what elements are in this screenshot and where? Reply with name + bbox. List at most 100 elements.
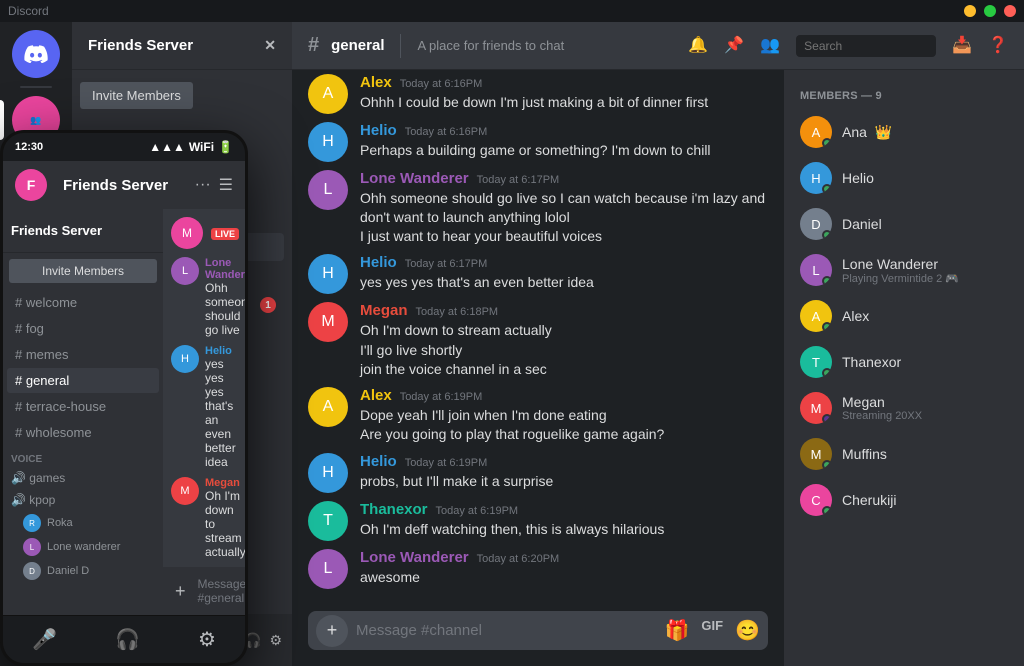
message-author[interactable]: Lone Wanderer (360, 170, 469, 187)
header-divider (400, 34, 401, 58)
mobile-channel-memes[interactable]: # memes (7, 342, 159, 367)
mobile-overlay: 12:30 ▲▲▲ WiFi 🔋 F Friends Server ··· ☰ … (0, 130, 248, 666)
mobile-headphones-icon[interactable]: 🎧 (115, 627, 140, 652)
mobile-status-icons: ▲▲▲ WiFi 🔋 (149, 140, 233, 154)
mobile-messages: M LIVE L Lone Wanderer Ohh someone shoul… (163, 209, 245, 567)
message-timestamp: Today at 6:19PM (400, 391, 483, 403)
title-bar: Discord (0, 0, 1024, 22)
message-author[interactable]: Alex (360, 74, 392, 91)
message-text: Dope yeah I'll join when I'm done eating (360, 406, 768, 425)
server-icon-home[interactable] (12, 30, 60, 78)
mobile-add-icon[interactable]: ··· (195, 176, 211, 194)
message-timestamp: Today at 6:18PM (416, 306, 499, 318)
mobile-channels-panel: Friends Server Invite Members # welcome … (3, 209, 163, 615)
online-indicator (822, 368, 832, 378)
member-name: Cherukiji (842, 492, 1008, 508)
member-item[interactable]: M Megan Streaming 20XX (792, 386, 1016, 430)
channel-header-name: general (331, 37, 384, 54)
member-item[interactable]: C Cherukiji (792, 478, 1016, 522)
message-text: I'll go live shortly (360, 341, 768, 360)
window-controls[interactable] (964, 5, 1016, 17)
message-timestamp: Today at 6:19PM (436, 505, 519, 517)
member-name: Daniel (842, 216, 1008, 232)
message-author[interactable]: Helio (360, 453, 397, 470)
mobile-menu-icon[interactable]: ☰ (219, 175, 233, 195)
mobile-vc-member-daniel[interactable]: D Daniel D (3, 559, 163, 583)
member-item[interactable]: L Lone Wanderer Playing Vermintide 2 🎮 (792, 248, 1016, 292)
message-header: Thanexor Today at 6:19PM (360, 501, 768, 518)
member-name: Lone Wanderer (842, 256, 1008, 272)
message-author[interactable]: Helio (360, 122, 397, 139)
member-item[interactable]: H Helio (792, 156, 1016, 200)
settings-icon[interactable]: ⚙ (267, 630, 284, 651)
mobile-battery-icon: 🔋 (218, 140, 233, 154)
mobile-voice-label: VOICE (3, 446, 163, 467)
mobile-mic-icon[interactable]: 🎤 (32, 627, 57, 652)
member-name: Ana 👑 (842, 124, 1008, 141)
mobile-channel-general[interactable]: # general (7, 368, 159, 393)
invite-members-button[interactable]: Invite Members (80, 82, 193, 109)
live-badge: LIVE (211, 228, 239, 240)
message-content: Helio Today at 6:16PM Perhaps a building… (360, 122, 768, 162)
message-group: L Lone Wanderer Today at 6:20PM awesome (292, 547, 784, 591)
mobile-vc-kpop[interactable]: 🔊 kpop (3, 489, 163, 511)
member-item[interactable]: A Ana 👑 (792, 110, 1016, 154)
member-item[interactable]: M Muffins (792, 432, 1016, 476)
message-avatar: T (308, 501, 348, 541)
message-timestamp: Today at 6:17PM (405, 258, 488, 270)
message-text: Oh I'm deff watching then, this is alway… (360, 520, 768, 539)
mobile-channel-fog[interactable]: # fog (7, 316, 159, 341)
message-author[interactable]: Helio (360, 254, 397, 271)
mobile-input-bar: + Message #general 😊 (163, 567, 245, 615)
member-item[interactable]: A Alex (792, 294, 1016, 338)
message-author[interactable]: Alex (360, 387, 392, 404)
member-item[interactable]: D Daniel (792, 202, 1016, 246)
member-item[interactable]: T Thanexor (792, 340, 1016, 384)
online-indicator (822, 138, 832, 148)
close-button[interactable] (1004, 5, 1016, 17)
mobile-invite-button[interactable]: Invite Members (9, 259, 157, 283)
mobile-app: F Friends Server ··· ☰ Friends Server In… (3, 161, 245, 663)
message-content: Helio Today at 6:17PM yes yes yes that's… (360, 254, 768, 294)
search-input[interactable] (796, 35, 936, 57)
mobile-channel-wholesome[interactable]: # wholesome (7, 420, 159, 445)
gif-icon[interactable]: GIF (701, 618, 723, 643)
message-avatar: M (308, 302, 348, 342)
message-author[interactable]: Megan (360, 302, 408, 319)
message-content: Lone Wanderer Today at 6:17PM Ohh someon… (360, 170, 768, 247)
server-header[interactable]: Friends Server ✕ (72, 22, 292, 70)
chat-header: # general A place for friends to chat 🔔 … (292, 22, 1024, 70)
chevron-down-icon: ✕ (264, 37, 276, 54)
maximize-button[interactable] (984, 5, 996, 17)
message-group: M Megan Today at 6:18PM Oh I'm down to s… (292, 300, 784, 381)
member-name: Helio (842, 170, 1008, 186)
inbox-icon[interactable]: 📥 (952, 35, 972, 57)
mobile-channel-welcome[interactable]: # welcome (7, 290, 159, 315)
emoji-icon[interactable]: 😊 (735, 618, 760, 643)
crown-icon: 👑 (875, 124, 892, 140)
mobile-vc-games[interactable]: 🔊 games (3, 467, 163, 489)
message-author[interactable]: Thanexor (360, 501, 428, 518)
message-avatar: L (308, 549, 348, 589)
title-bar-title: Discord (8, 4, 49, 18)
mobile-input-placeholder[interactable]: Message #general (198, 577, 245, 605)
members-icon[interactable]: 👥 (760, 35, 780, 57)
message-author[interactable]: Lone Wanderer (360, 549, 469, 566)
mobile-plus-icon[interactable]: + (175, 581, 186, 602)
message-content: Megan Today at 6:18PM Oh I'm down to str… (360, 302, 768, 379)
gift-icon[interactable]: 🎁 (665, 618, 690, 643)
message-header: Helio Today at 6:16PM (360, 122, 768, 139)
bell-icon[interactable]: 🔔 (688, 35, 708, 57)
help-icon[interactable]: ❓ (988, 35, 1008, 57)
mobile-channel-header: Friends Server (3, 209, 163, 253)
mobile-settings-icon[interactable]: ⚙ (198, 627, 216, 652)
mobile-channel-terrace[interactable]: # terrace-house (7, 394, 159, 419)
add-attachment-button[interactable]: + (316, 615, 348, 647)
mobile-vc-member-roka[interactable]: R Roka (3, 511, 163, 535)
pin-icon[interactable]: 📌 (724, 35, 744, 57)
message-input[interactable] (356, 611, 657, 650)
message-content: Alex Today at 6:16PM Ohhh I could be dow… (360, 74, 768, 114)
message-header: Alex Today at 6:16PM (360, 74, 768, 91)
minimize-button[interactable] (964, 5, 976, 17)
mobile-vc-member-lone[interactable]: L Lone wanderer (3, 535, 163, 559)
